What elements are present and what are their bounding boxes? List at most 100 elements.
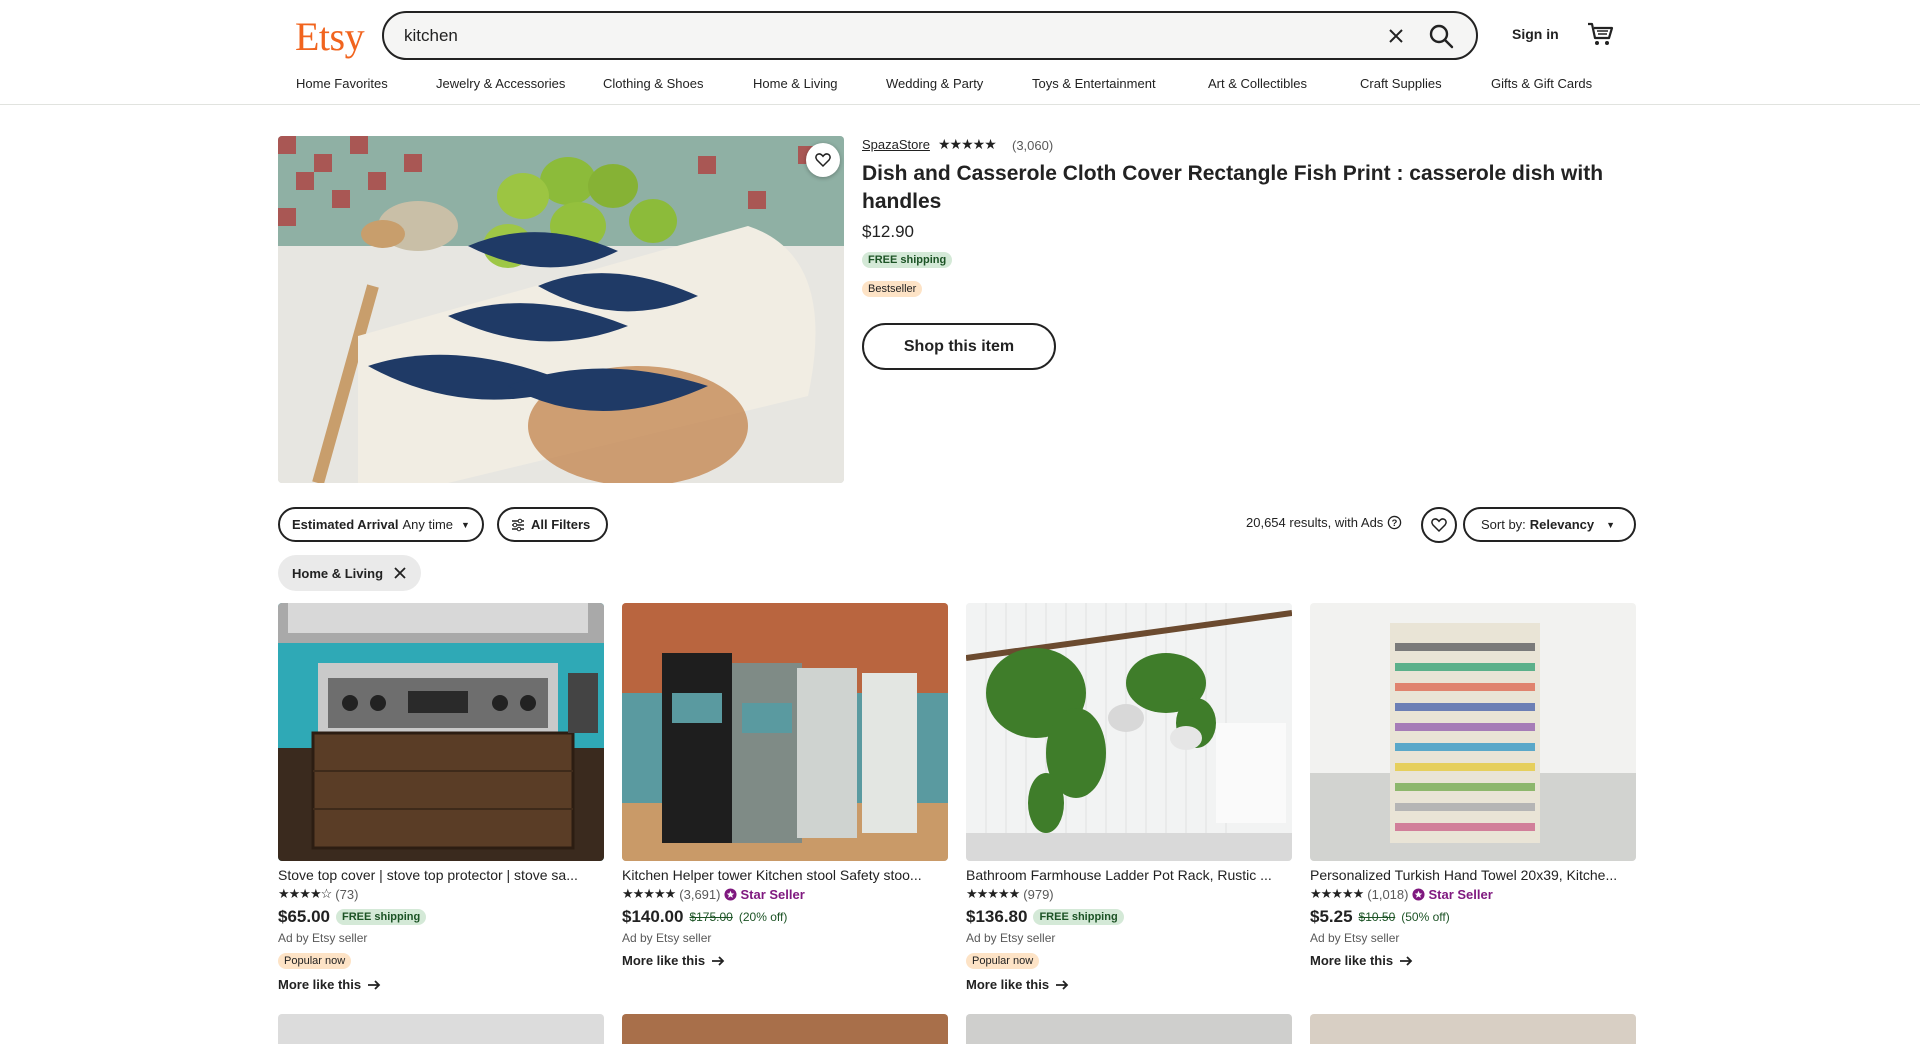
listing-rating: ★★★★★ (1,018) Star Seller bbox=[1310, 886, 1636, 902]
rating-stars: ★★★★★ bbox=[622, 886, 676, 901]
save-search-button[interactable] bbox=[1421, 507, 1457, 543]
ad-label: Ad by Etsy seller bbox=[622, 931, 712, 945]
star-seller-label: Star Seller bbox=[1428, 886, 1493, 902]
listing-card[interactable]: Stove top cover | stove top protector | … bbox=[278, 603, 604, 992]
search-bar bbox=[382, 11, 1478, 60]
listing-image[interactable] bbox=[1310, 603, 1636, 861]
star-seller-icon bbox=[724, 887, 738, 901]
svg-text:?: ? bbox=[1392, 518, 1398, 528]
listing-card[interactable]: Kitchen Helper tower Kitchen stool Safet… bbox=[622, 603, 948, 968]
listing-title[interactable]: Kitchen Helper tower Kitchen stool Safet… bbox=[622, 867, 948, 883]
filter-sliders-icon bbox=[512, 518, 524, 531]
ad-label: Ad by Etsy seller bbox=[278, 931, 368, 945]
listing-card[interactable]: Bathroom Farmhouse Ladder Pot Rack, Rust… bbox=[966, 603, 1292, 992]
featured-review-count: (3,060) bbox=[1012, 138, 1054, 153]
sort-dropdown[interactable]: Sort by: Relevancy ▼ bbox=[1463, 507, 1636, 542]
estimated-arrival-filter[interactable]: Estimated Arrival Any time ▼ bbox=[278, 507, 484, 542]
listing-title[interactable]: Personalized Turkish Hand Towel 20x39, K… bbox=[1310, 867, 1636, 883]
arrow-right-icon bbox=[1056, 979, 1069, 990]
nav-jewelry[interactable]: Jewelry & Accessories bbox=[436, 76, 603, 91]
nav-home-favorites[interactable]: Home Favorites bbox=[296, 76, 436, 91]
arrival-label: Estimated Arrival bbox=[292, 517, 399, 532]
etsy-logo[interactable]: Etsy bbox=[295, 13, 365, 60]
active-filter-chip[interactable]: Home & Living bbox=[278, 555, 422, 591]
free-shipping-badge: FREE shipping bbox=[1033, 909, 1124, 925]
nav-home-living[interactable]: Home & Living bbox=[753, 76, 886, 91]
more-like-this-label: More like this bbox=[966, 977, 1050, 992]
all-filters-button[interactable]: All Filters bbox=[497, 507, 609, 542]
nav-wedding[interactable]: Wedding & Party bbox=[886, 76, 1032, 91]
caret-down-icon: ▼ bbox=[461, 519, 470, 530]
original-price: $175.00 bbox=[689, 910, 733, 924]
nav-toys[interactable]: Toys & Entertainment bbox=[1032, 76, 1208, 91]
category-nav: Home Favorites Jewelry & Accessories Clo… bbox=[296, 76, 1592, 91]
original-price: $10.50 bbox=[1358, 910, 1396, 924]
listing-price: $136.80 bbox=[966, 907, 1028, 926]
featured-price: $12.90 bbox=[862, 222, 914, 241]
more-like-this-label: More like this bbox=[278, 977, 362, 992]
featured-title[interactable]: Dish and Casserole Cloth Cover Rectangle… bbox=[862, 160, 1622, 216]
featured-image[interactable] bbox=[278, 136, 844, 483]
featured-rating-stars: ★★★★★ bbox=[938, 136, 997, 152]
listing-rating: ★★★★★ (3,691) Star Seller bbox=[622, 886, 948, 902]
popular-badge: Popular now bbox=[278, 953, 352, 969]
caret-down-icon: ▼ bbox=[1606, 519, 1616, 530]
help-icon[interactable]: ? bbox=[1387, 515, 1402, 530]
remove-filter-icon[interactable] bbox=[393, 566, 407, 580]
ad-label: Ad by Etsy seller bbox=[966, 931, 1056, 945]
listing-image[interactable] bbox=[278, 603, 604, 861]
nav-clothing[interactable]: Clothing & Shoes bbox=[603, 76, 753, 91]
rating-stars: ★★★★★ bbox=[966, 886, 1020, 901]
rating-stars: ★★★★★ bbox=[1310, 886, 1364, 901]
heart-icon bbox=[815, 153, 831, 168]
listing-image[interactable] bbox=[966, 603, 1292, 861]
listing-title[interactable]: Stove top cover | stove top protector | … bbox=[278, 867, 604, 883]
listing-price: $5.25 bbox=[1310, 907, 1353, 926]
rating-stars: ★★★★☆ bbox=[278, 886, 332, 901]
more-like-this-label: More like this bbox=[622, 953, 706, 968]
results-count: 20,654 results, with Ads ? bbox=[1246, 515, 1402, 530]
discount: (50% off) bbox=[1401, 910, 1450, 924]
arrival-value: Any time bbox=[402, 517, 454, 532]
sort-value: Relevancy bbox=[1529, 517, 1595, 532]
results-text: 20,654 results, with Ads bbox=[1246, 515, 1384, 530]
clear-search-icon[interactable] bbox=[1386, 26, 1406, 46]
review-count: (979) bbox=[1023, 886, 1054, 902]
favorite-heart-button[interactable] bbox=[806, 143, 840, 177]
review-count: (3,691) bbox=[679, 886, 721, 902]
review-count: (1,018) bbox=[1367, 886, 1409, 902]
free-shipping-badge: FREE shipping bbox=[862, 252, 953, 268]
nav-craft[interactable]: Craft Supplies bbox=[1360, 76, 1491, 91]
review-count: (73) bbox=[335, 886, 359, 902]
listing-price: $140.00 bbox=[622, 907, 684, 926]
more-like-this-label: More like this bbox=[1310, 953, 1394, 968]
more-like-this-link[interactable]: More like this bbox=[1310, 953, 1636, 968]
chip-label: Home & Living bbox=[292, 565, 384, 581]
nav-gifts[interactable]: Gifts & Gift Cards bbox=[1491, 76, 1592, 91]
arrow-right-icon bbox=[1400, 955, 1413, 966]
listing-rating: ★★★★☆ (73) bbox=[278, 886, 604, 902]
listing-title[interactable]: Bathroom Farmhouse Ladder Pot Rack, Rust… bbox=[966, 867, 1292, 883]
listing-card[interactable]: Personalized Turkish Hand Towel 20x39, K… bbox=[1310, 603, 1636, 968]
more-like-this-link[interactable]: More like this bbox=[278, 977, 604, 992]
arrow-right-icon bbox=[368, 979, 381, 990]
more-like-this-link[interactable]: More like this bbox=[966, 977, 1292, 992]
cart-icon[interactable] bbox=[1586, 20, 1614, 48]
shop-this-item-button[interactable]: Shop this item bbox=[862, 323, 1056, 370]
star-seller-badge: Star Seller bbox=[724, 887, 805, 902]
star-seller-badge: Star Seller bbox=[1412, 886, 1493, 902]
all-filters-label: All Filters bbox=[531, 517, 591, 532]
sort-label: Sort by: bbox=[1481, 517, 1526, 532]
site-header: Etsy Sign in Home Favorites Jewelry & Ac… bbox=[0, 0, 1920, 105]
more-like-this-link[interactable]: More like this bbox=[622, 953, 948, 968]
bestseller-badge: Bestseller bbox=[862, 281, 923, 297]
search-icon[interactable] bbox=[1428, 23, 1454, 49]
listing-image[interactable] bbox=[622, 603, 948, 861]
sign-in-link[interactable]: Sign in bbox=[1512, 26, 1559, 42]
shop-name-link[interactable]: SpazaStore bbox=[862, 137, 930, 152]
discount: (20% off) bbox=[738, 910, 788, 924]
ad-label: Ad by Etsy seller bbox=[1310, 931, 1400, 945]
nav-art[interactable]: Art & Collectibles bbox=[1208, 76, 1360, 91]
arrow-right-icon bbox=[712, 955, 725, 966]
search-input[interactable] bbox=[402, 23, 1302, 49]
